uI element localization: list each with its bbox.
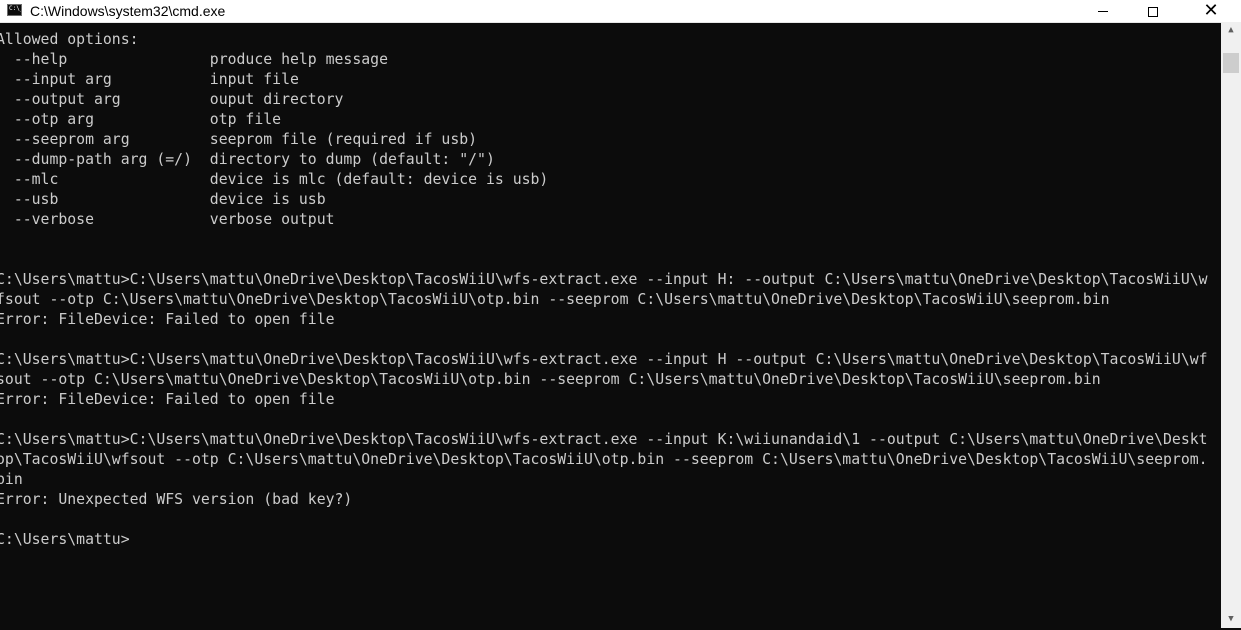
console-output-area[interactable]: Allowed options: --help produce help mes… — [0, 22, 1221, 630]
console-line: bin — [0, 471, 23, 488]
title-bar[interactable]: C:\_ C:\Windows\system32\cmd.exe ✕ — [0, 0, 1241, 23]
vertical-scrollbar[interactable]: ▲ ▼ — [1221, 22, 1241, 628]
console-line: --usb device is usb — [0, 191, 326, 208]
console-line: Error: FileDevice: Failed to open file — [0, 311, 335, 328]
scroll-down-arrow-icon[interactable]: ▼ — [1221, 611, 1241, 628]
console-text: Allowed options: --help produce help mes… — [0, 30, 1208, 550]
minimize-button[interactable] — [1080, 0, 1126, 22]
console-line: C:\Users\mattu>C:\Users\mattu\OneDrive\D… — [0, 271, 1208, 288]
console-line: sout --otp C:\Users\mattu\OneDrive\Deskt… — [0, 371, 1101, 388]
console-line: C:\Users\mattu> — [0, 531, 130, 548]
minimize-icon — [1098, 11, 1108, 12]
console-line: --input arg input file — [0, 71, 299, 88]
cmd-icon: C:\_ — [7, 4, 22, 16]
console-line: fsout --otp C:\Users\mattu\OneDrive\Desk… — [0, 291, 1110, 308]
close-button[interactable]: ✕ — [1188, 0, 1234, 22]
console-line: --seeprom arg seeprom file (required if … — [0, 131, 478, 148]
console-line: Allowed options: — [0, 31, 139, 48]
console-line: --dump-path arg (=/) directory to dump (… — [0, 151, 495, 168]
console-line: --help produce help message — [0, 51, 388, 68]
console-line: --output arg ouput directory — [0, 91, 344, 108]
console-line: --otp arg otp file — [0, 111, 282, 128]
close-icon: ✕ — [1203, 0, 1219, 21]
console-line: C:\Users\mattu>C:\Users\mattu\OneDrive\D… — [0, 431, 1208, 448]
console-line: --mlc device is mlc (default: device is … — [0, 171, 549, 188]
window-title: C:\Windows\system32\cmd.exe — [30, 3, 226, 19]
console-line: op\TacosWiiU\wfsout --otp C:\Users\mattu… — [0, 451, 1208, 468]
scrollbar-thumb[interactable] — [1223, 53, 1239, 73]
console-line: Error: FileDevice: Failed to open file — [0, 391, 335, 408]
console-line: Error: Unexpected WFS version (bad key?) — [0, 491, 353, 508]
maximize-icon — [1148, 6, 1158, 17]
console-line: --verbose verbose output — [0, 211, 335, 228]
maximize-button[interactable] — [1130, 0, 1176, 22]
console-line: C:\Users\mattu>C:\Users\mattu\OneDrive\D… — [0, 351, 1208, 368]
scroll-up-arrow-icon[interactable]: ▲ — [1221, 22, 1241, 39]
